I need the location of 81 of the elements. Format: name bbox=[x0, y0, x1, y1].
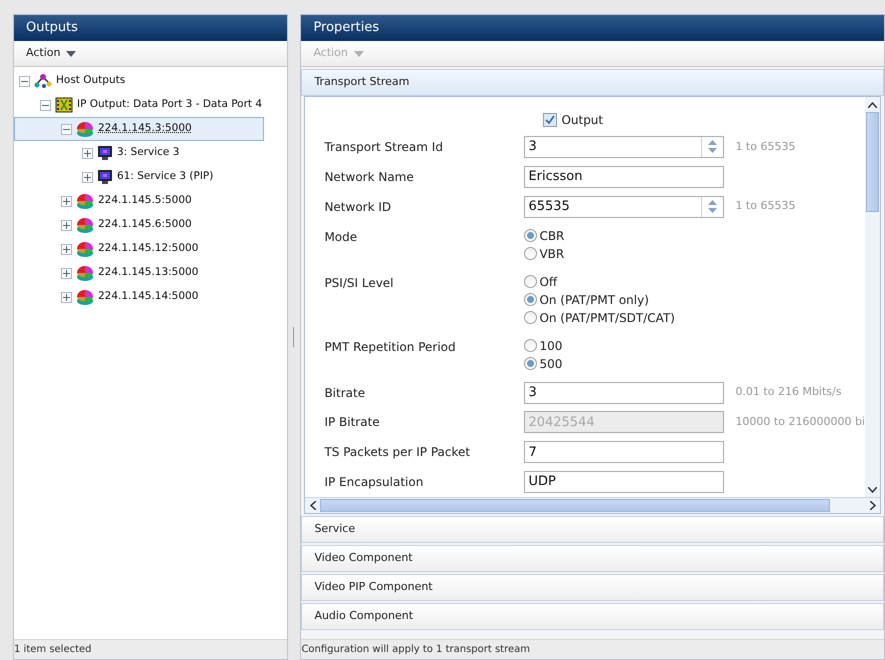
tree-item[interactable]: 224.1.145.13:5000 bbox=[98, 265, 198, 281]
status-text: Configuration will apply to 1 transport stream bbox=[301, 643, 530, 657]
output-checkbox[interactable]: Output bbox=[543, 110, 604, 129]
tree-item[interactable]: 224.1.145.3:5000 bbox=[98, 121, 192, 137]
collapse-icon[interactable] bbox=[61, 124, 72, 134]
tree-item[interactable]: 224.1.145.12:5000 bbox=[98, 241, 198, 257]
field-label: Network ID bbox=[323, 198, 392, 216]
monitor-icon bbox=[97, 145, 113, 161]
scroll-down-icon[interactable] bbox=[868, 486, 877, 492]
radio-option[interactable]: On (PAT/PMT/SDT/CAT) bbox=[524, 310, 675, 326]
film-icon bbox=[55, 97, 73, 113]
caret-icon bbox=[66, 50, 76, 56]
field-label: Transport Stream Id bbox=[323, 138, 444, 156]
checkmark-icon bbox=[545, 114, 556, 125]
radio-option[interactable]: On (PAT/PMT only) bbox=[524, 292, 675, 308]
field-label: PMT Repetition Period bbox=[323, 338, 457, 356]
selected-tree-row[interactable]: 224.1.145.3:5000 bbox=[14, 117, 264, 141]
collapse-icon[interactable] bbox=[40, 100, 51, 110]
status-text: 1 item selected bbox=[14, 643, 92, 657]
radio-option[interactable]: CBR bbox=[524, 228, 564, 244]
pie-icon bbox=[76, 240, 94, 258]
monitor-icon bbox=[97, 169, 113, 185]
pie-icon bbox=[76, 192, 94, 210]
range-hint: 1 to 65535 bbox=[735, 198, 796, 214]
expand-icon[interactable] bbox=[61, 244, 72, 254]
tree-item[interactable]: 224.1.145.6:5000 bbox=[98, 217, 192, 233]
field-label: IP Encapsulation bbox=[323, 474, 424, 492]
section-header[interactable]: Video PIP Component bbox=[301, 574, 884, 601]
field-label: Bitrate bbox=[323, 384, 366, 402]
radio-option[interactable]: VBR bbox=[524, 246, 564, 262]
tree-item[interactable]: 3: Service 3 bbox=[117, 145, 180, 161]
splitter-handle[interactable] bbox=[293, 327, 294, 347]
caret-icon bbox=[354, 50, 364, 56]
section-header[interactable]: Audio Component bbox=[301, 603, 884, 630]
tree-item[interactable]: 224.1.145.14:5000 bbox=[98, 289, 198, 305]
expand-icon[interactable] bbox=[61, 292, 72, 302]
panel-title: Outputs bbox=[26, 19, 78, 38]
vertical-scrollbar[interactable] bbox=[865, 97, 880, 497]
range-hint: 0.01 to 216 Mbits/s bbox=[735, 384, 842, 400]
radio-option[interactable]: Off bbox=[524, 274, 675, 290]
scroll-right-icon[interactable] bbox=[870, 501, 876, 510]
field-label: IP Bitrate bbox=[323, 414, 381, 432]
expand-icon[interactable] bbox=[61, 196, 72, 206]
field-label: Network Name bbox=[323, 168, 415, 186]
radio-option[interactable]: 500 bbox=[524, 356, 562, 372]
text-field[interactable]: 7 bbox=[524, 441, 724, 464]
pie-icon bbox=[76, 288, 94, 306]
pie-icon bbox=[76, 264, 94, 282]
number-field[interactable]: 65535 bbox=[524, 196, 724, 218]
number-field[interactable]: 3 bbox=[524, 136, 724, 158]
scroll-thumb[interactable] bbox=[866, 112, 879, 212]
section-header[interactable]: Service bbox=[301, 516, 884, 543]
expand-icon[interactable] bbox=[61, 268, 72, 278]
text-field[interactable]: UDP bbox=[524, 471, 724, 494]
section-header[interactable]: Video Component bbox=[301, 545, 884, 572]
field-label: PSI/SI Level bbox=[323, 274, 395, 292]
horizontal-scrollbar[interactable] bbox=[305, 497, 880, 513]
field-label: Mode bbox=[323, 228, 358, 246]
field-label: TS Packets per IP Packet bbox=[323, 444, 472, 462]
expand-icon[interactable] bbox=[82, 172, 93, 182]
expand-icon[interactable] bbox=[82, 148, 93, 158]
network-icon bbox=[34, 73, 52, 89]
tree-item[interactable]: Host Outputs bbox=[56, 73, 126, 89]
panel-title: Properties bbox=[313, 19, 380, 38]
collapse-icon[interactable] bbox=[19, 76, 30, 86]
range-hint: 1 to 65535 bbox=[735, 138, 796, 155]
text-field[interactable]: Ericsson bbox=[524, 166, 724, 188]
text-field[interactable]: 3 bbox=[524, 382, 724, 404]
section-header[interactable]: Transport Stream bbox=[301, 69, 884, 96]
range-hint: 10000 to 216000000 bi bbox=[735, 414, 865, 430]
radio-option[interactable]: 100 bbox=[524, 338, 562, 354]
scroll-up-icon[interactable] bbox=[868, 102, 877, 108]
expand-icon[interactable] bbox=[61, 220, 72, 230]
action-button[interactable]: Action bbox=[26, 45, 76, 62]
tree-item[interactable]: IP Output: Data Port 3 - Data Port 4 bbox=[77, 97, 262, 113]
tree-item[interactable]: 61: Service 3 (PIP) bbox=[117, 169, 214, 185]
scroll-left-icon[interactable] bbox=[310, 501, 316, 510]
pie-icon bbox=[76, 120, 94, 138]
scroll-thumb[interactable] bbox=[320, 499, 830, 512]
pie-icon bbox=[76, 216, 94, 234]
tree-item[interactable]: 224.1.145.5:5000 bbox=[98, 193, 192, 209]
